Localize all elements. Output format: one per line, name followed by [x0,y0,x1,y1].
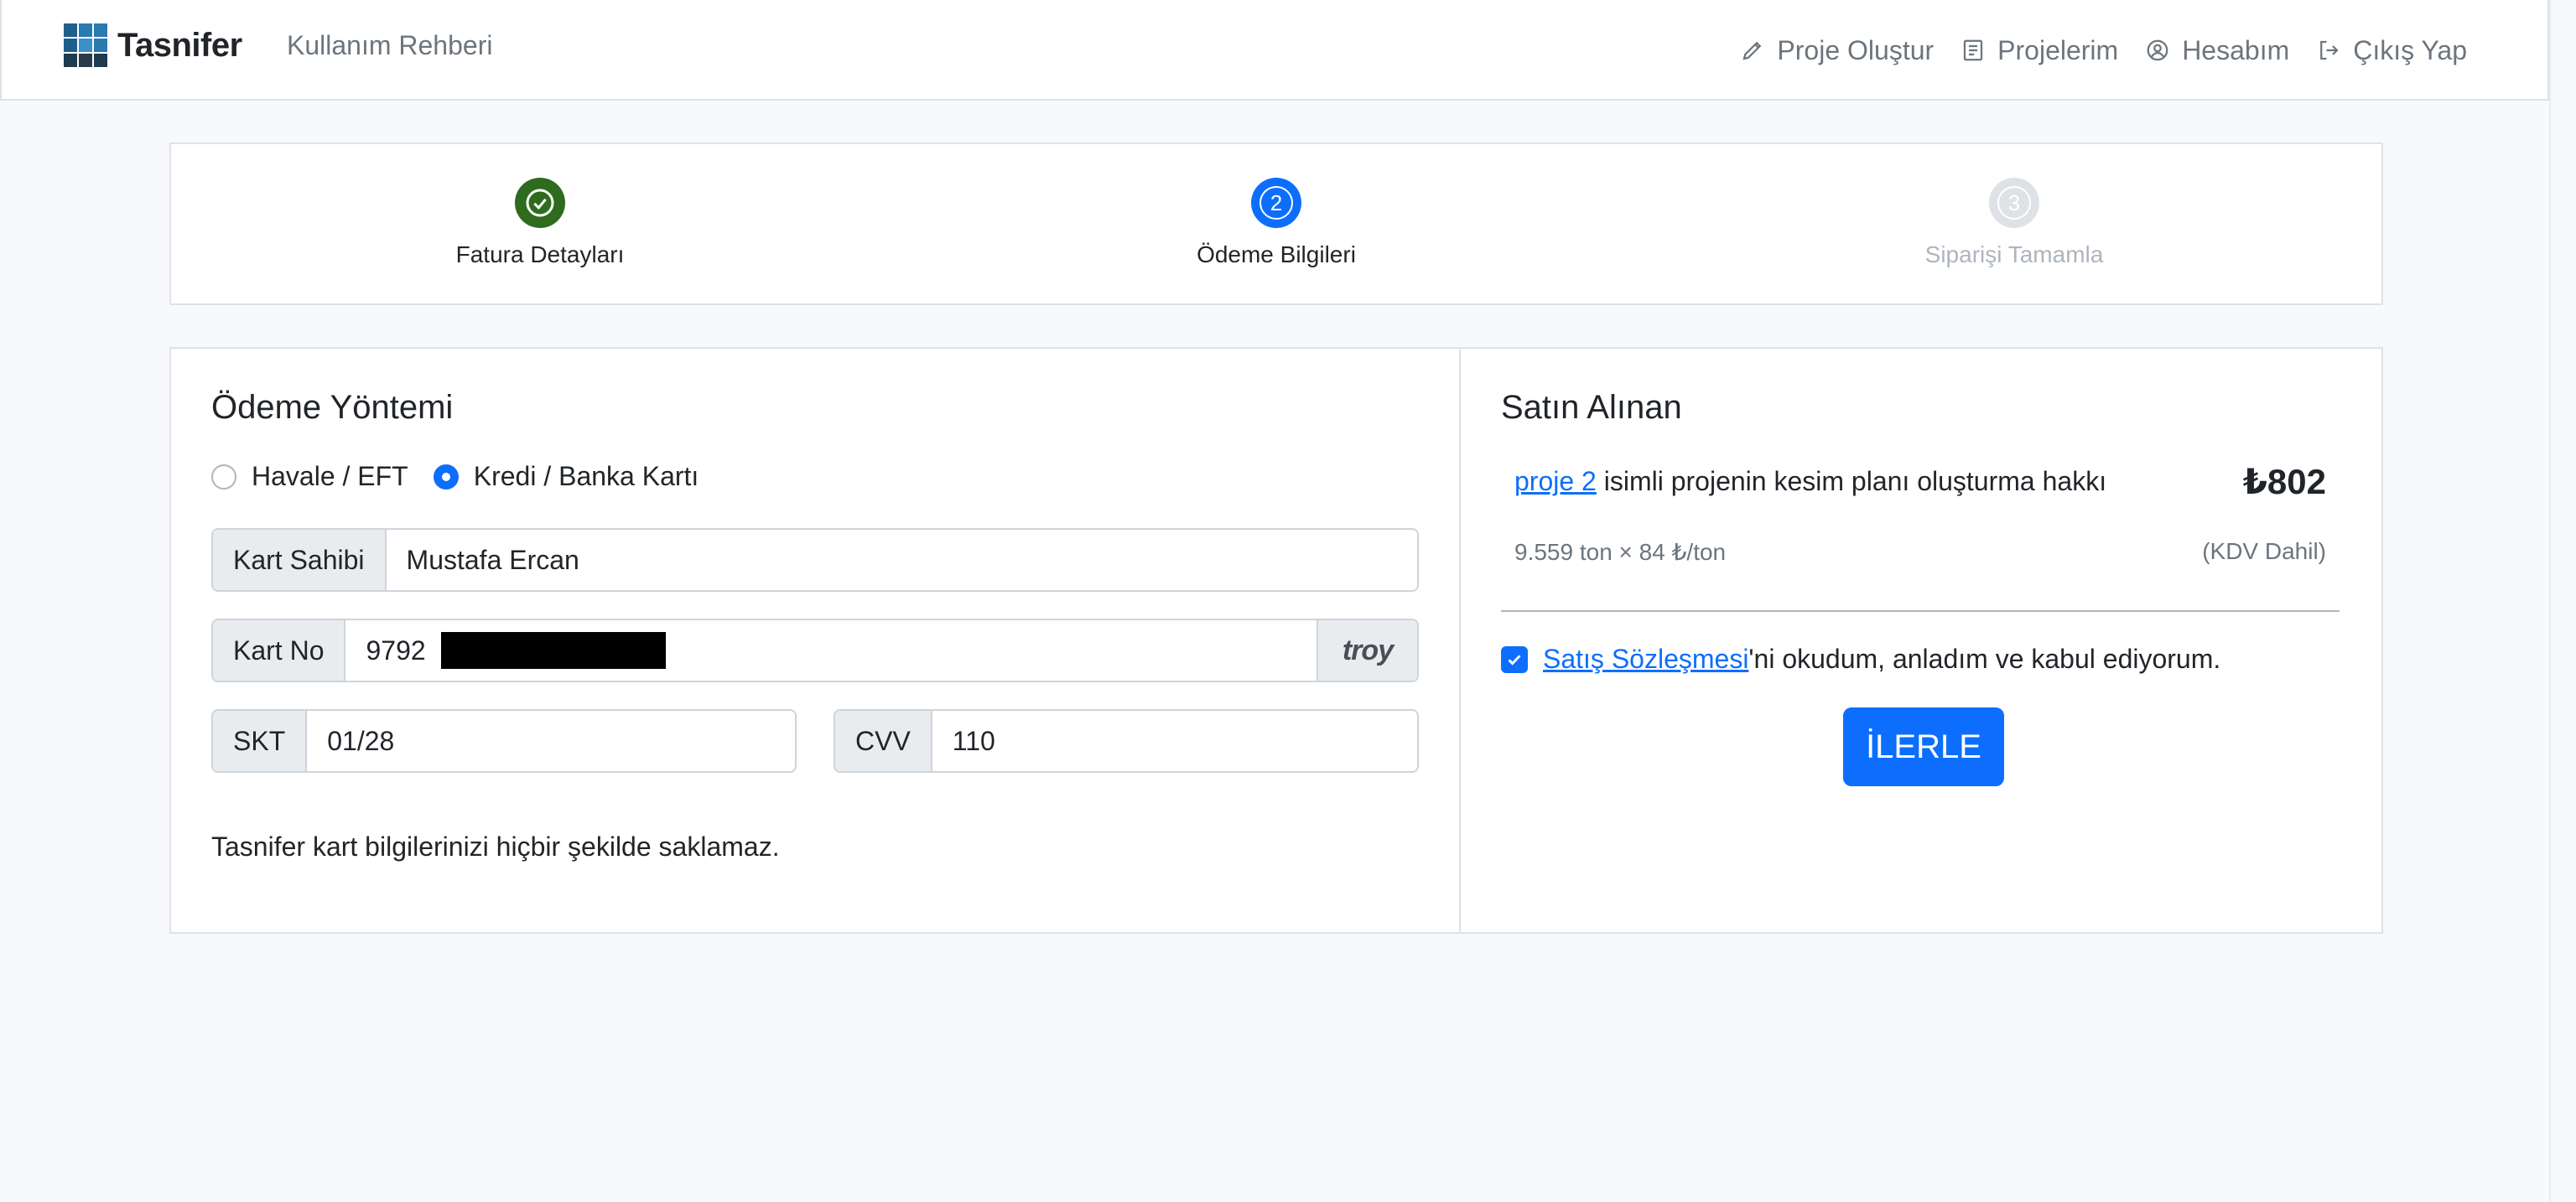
price-total: ₺802 [2242,462,2326,501]
cvv-input[interactable]: 110 [932,711,1417,771]
logout-icon [2320,40,2339,60]
nav-account-label: Hesabım [2182,34,2290,65]
payment-method-options: Havale / EFT Kredi / Banka Kartı [211,461,724,492]
purchase-description: proje 2 isimli projenin kesim planı oluş… [1514,466,2106,497]
tax-note: (KDV Dahil) [2202,538,2326,564]
agreement-text: 'ni okudum, anladım ve kabul ediyorum. [1748,644,2221,674]
card-storage-notice: Tasnifer kart bilgilerinizi hiçbir şekil… [211,832,780,862]
nav-account[interactable]: Hesabım [2145,35,2289,66]
user-circle-icon [2147,39,2168,61]
expiry-label: SKT [213,711,308,771]
card-number-visible: 9792 [366,635,426,666]
tasnifer-logo-icon [64,23,107,67]
card-number-input[interactable]: 9792 [345,620,1317,681]
card-number-redacted [440,632,666,669]
step-invoice-details: Fatura Detayları [372,178,708,268]
card-number-label: Kart No [213,620,346,681]
payment-method-panel: Ödeme Yöntemi Havale / EFT Kredi / Banka… [169,347,1461,934]
purchase-description-text: isimli projenin kesim planı oluşturma ha… [1596,466,2107,496]
nav-my-projects[interactable]: Projelerim [1961,35,2118,66]
step-payment-info: 2 Ödeme Bilgileri [1109,178,1444,268]
nav-logout[interactable]: Çıkış Yap [2316,35,2467,66]
document-icon [1964,39,1983,61]
agreement-checkbox[interactable] [1501,645,1528,673]
radio-bank-transfer[interactable] [211,464,236,490]
nav-create-project-label: Proje Oluştur [1777,34,1935,65]
step-number-3-icon: 3 [1989,178,2039,228]
payment-method-title: Ödeme Yöntemi [211,389,454,426]
radio-credit-card[interactable] [433,464,459,490]
guide-link[interactable]: Kullanım Rehberi [287,30,492,61]
checkout-stepper: Fatura Detayları 2 Ödeme Bilgileri 3 Sip… [169,142,2383,305]
step-complete-order-label: Siparişi Tamamla [1924,241,2104,267]
page-scrollbar[interactable] [2549,0,2576,1202]
brand-link[interactable]: Tasnifer [64,23,242,67]
radio-credit-card-label[interactable]: Kredi / Banka Kartı [474,461,699,492]
troy-card-brand-icon: troy [1317,620,1417,681]
agreement-row: Satış Sözleşmesi'ni okudum, anladım ve k… [1501,644,2220,675]
step-payment-info-label: Ödeme Bilgileri [1197,241,1356,267]
nav-logout-label: Çıkış Yap [2353,34,2467,65]
card-number-group: Kart No 9792 troy [211,619,1419,682]
cvv-group: CVV 110 [834,709,1419,773]
nav-my-projects-label: Projelerim [1997,34,2119,65]
order-summary-panel: Satın Alınan proje 2 isimli projenin kes… [1459,347,2383,934]
nav-create-project[interactable]: Proje Oluştur [1740,35,1934,66]
sales-agreement-link[interactable]: Satış Sözleşmesi [1543,644,1748,675]
brand-name: Tasnifer [117,26,242,64]
expiry-input[interactable]: 01/28 [307,711,795,771]
card-holder-input[interactable]: Mustafa Ercan [387,530,1417,590]
pencil-icon [1742,41,1762,60]
nav-menu: Proje Oluştur Projelerim Hesabım Çıkış Y… [1740,0,2467,101]
price-formula: 9.559 ton × 84 ₺/ton [1514,539,1727,565]
check-icon [1508,654,1521,666]
order-summary-title: Satın Alınan [1501,389,1682,426]
step-check-icon [515,178,565,228]
step-number-2-icon: 2 [1251,178,1301,228]
card-holder-group: Kart Sahibi Mustafa Ercan [211,528,1419,592]
step-complete-order: 3 Siparişi Tamamla [1846,178,2182,268]
next-button[interactable]: İLERLE [1843,707,2004,786]
purchase-item: proje 2 isimli projenin kesim planı oluş… [1514,461,2326,502]
cvv-label: CVV [835,711,932,771]
step-invoice-details-label: Fatura Detayları [455,241,625,267]
summary-divider [1501,610,2340,612]
price-calculation: 9.559 ton × 84 ₺/ton (KDV Dahil) [1514,538,2326,566]
expiry-group: SKT 01/28 [211,709,797,773]
card-holder-label: Kart Sahibi [213,530,387,590]
radio-bank-transfer-label[interactable]: Havale / EFT [252,461,408,492]
project-link[interactable]: proje 2 [1514,466,1597,496]
top-navbar: Tasnifer Kullanım Rehberi Proje Oluştur … [0,0,2549,101]
